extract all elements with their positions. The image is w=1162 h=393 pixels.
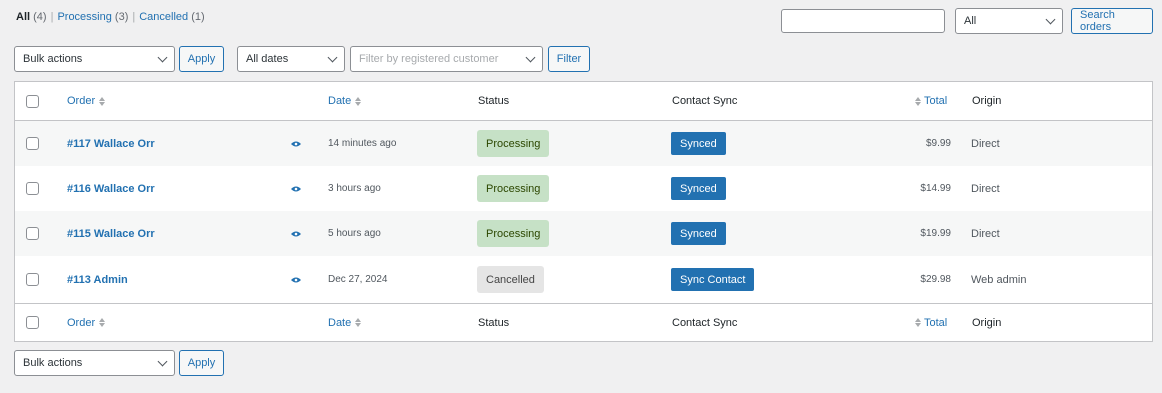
table-row[interactable]: #116 Wallace Orr 3 hours ago Processing …	[15, 166, 1152, 211]
column-status: Status	[478, 316, 510, 329]
apply-button[interactable]: Apply	[179, 46, 224, 72]
column-contact-sync: Contact Sync	[672, 95, 738, 107]
status-badge: Cancelled	[477, 266, 544, 293]
view-processing-link[interactable]: Processing (3)	[57, 11, 128, 23]
bottom-apply-button[interactable]: Apply	[179, 350, 224, 376]
sort-arrows-icon	[355, 318, 362, 327]
order-date: 14 minutes ago	[328, 138, 397, 149]
row-checkbox[interactable]	[26, 137, 39, 150]
contact-sync-button[interactable]: Synced	[671, 132, 726, 155]
table-row[interactable]: #117 Wallace Orr 14 minutes ago Processi…	[15, 121, 1152, 166]
column-status: Status	[478, 95, 510, 107]
column-date[interactable]: Date	[328, 82, 362, 120]
column-contact-sync: Contact Sync	[672, 316, 738, 329]
order-date: Dec 27, 2024	[328, 274, 388, 285]
status-badge: Processing	[477, 175, 550, 202]
orders-table: Order Date Status Contact Sync Total Ori…	[14, 81, 1153, 342]
chevron-down-icon	[157, 52, 168, 62]
column-origin: Origin	[972, 95, 1002, 107]
bottom-bulk-actions-select[interactable]: Bulk actions	[14, 350, 175, 376]
status-filter-links: All (4) | Processing (3) | Cancelled (1)	[16, 11, 205, 23]
bulk-actions-select[interactable]: Bulk actions	[14, 46, 175, 72]
order-link[interactable]: #117 Wallace Orr	[67, 138, 155, 150]
eye-icon[interactable]	[291, 186, 301, 192]
order-origin: Direct	[971, 137, 1000, 150]
column-order[interactable]: Order	[67, 304, 106, 341]
column-total[interactable]: Total	[915, 82, 947, 120]
order-origin: Web admin	[971, 273, 1027, 286]
column-total[interactable]: Total	[915, 304, 947, 341]
order-total: $14.99	[920, 183, 951, 194]
contact-sync-button[interactable]: Synced	[671, 222, 726, 245]
row-checkbox[interactable]	[26, 182, 39, 195]
table-row[interactable]: #115 Wallace Orr 5 hours ago Processing …	[15, 211, 1152, 256]
customer-filter-select[interactable]: Filter by registered customer	[350, 46, 543, 72]
order-link[interactable]: #113 Admin	[67, 274, 128, 286]
row-checkbox[interactable]	[26, 273, 39, 286]
search-type-select[interactable]: All	[955, 8, 1063, 34]
view-separator: |	[50, 11, 54, 23]
order-date: 3 hours ago	[328, 183, 381, 194]
chevron-down-icon	[157, 356, 168, 366]
table-header: Order Date Status Contact Sync Total Ori…	[15, 82, 1152, 121]
order-origin: Direct	[971, 227, 1000, 240]
table-row[interactable]: #113 Admin Dec 27, 2024 Cancelled Sync C…	[15, 256, 1152, 303]
chevron-down-icon	[525, 52, 536, 62]
column-origin: Origin	[972, 316, 1002, 329]
order-date: 5 hours ago	[328, 228, 381, 239]
view-separator: |	[132, 11, 136, 23]
sort-arrows-icon	[99, 318, 106, 327]
table-footer: Order Date Status Contact Sync Total Ori…	[15, 303, 1152, 341]
order-link[interactable]: #116 Wallace Orr	[67, 183, 155, 195]
filter-button[interactable]: Filter	[548, 46, 590, 72]
order-total: $19.99	[920, 228, 951, 239]
sort-arrows-icon	[355, 96, 362, 106]
column-date[interactable]: Date	[328, 304, 362, 341]
status-badge: Processing	[477, 220, 550, 247]
sync-contact-button[interactable]: Sync Contact	[671, 268, 755, 291]
status-badge: Processing	[477, 130, 550, 157]
search-orders-button[interactable]: Search orders	[1071, 8, 1153, 34]
sort-arrows-icon	[915, 318, 921, 327]
chevron-down-icon	[1045, 14, 1056, 24]
chevron-down-icon	[327, 52, 338, 62]
view-cancelled-link[interactable]: Cancelled (1)	[139, 11, 204, 23]
column-order[interactable]: Order	[67, 82, 106, 120]
order-link[interactable]: #115 Wallace Orr	[67, 228, 155, 240]
order-total: $29.98	[920, 274, 951, 285]
eye-icon[interactable]	[291, 277, 301, 283]
eye-icon[interactable]	[291, 231, 301, 237]
row-checkbox[interactable]	[26, 227, 39, 240]
contact-sync-button[interactable]: Synced	[671, 177, 726, 200]
search-input[interactable]	[781, 9, 945, 33]
select-all-checkbox[interactable]	[26, 94, 39, 108]
sort-arrows-icon	[915, 96, 921, 106]
view-all-link[interactable]: All (4)	[16, 11, 47, 23]
date-filter-select[interactable]: All dates	[237, 46, 345, 72]
select-all-checkbox[interactable]	[26, 316, 39, 329]
order-total: $9.99	[925, 138, 951, 149]
order-origin: Direct	[971, 182, 1000, 195]
eye-icon[interactable]	[291, 141, 301, 147]
sort-arrows-icon	[99, 96, 106, 106]
